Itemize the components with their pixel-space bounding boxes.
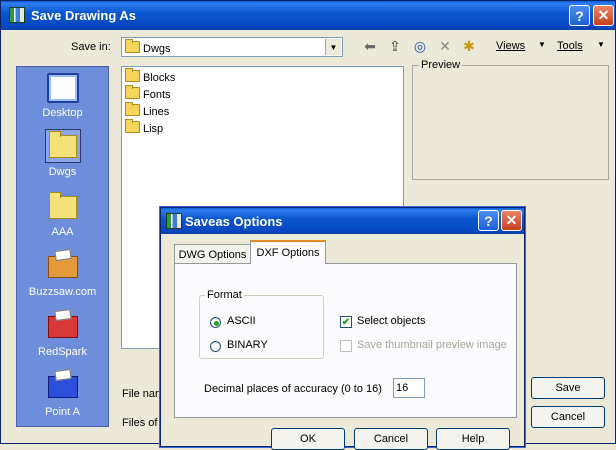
app-icon — [166, 213, 182, 229]
buzzsaw-folder-icon — [47, 256, 78, 278]
preview-label: Preview — [419, 59, 463, 71]
preview-box — [412, 65, 609, 180]
dialog-help-text-button[interactable]: Help — [436, 428, 510, 450]
folder-icon — [125, 85, 140, 99]
place-label: Dwgs — [48, 166, 77, 178]
tools-menu[interactable]: Tools — [557, 40, 583, 52]
save-in-label: Save in: — [71, 41, 111, 53]
point-a-folder-icon — [47, 376, 78, 398]
close-button[interactable]: ✕ — [593, 5, 614, 26]
place-point-a[interactable]: Point A — [17, 371, 108, 418]
folder-icon — [125, 39, 140, 53]
dialog-title: Saveas Options — [185, 214, 283, 229]
redspark-folder-icon — [47, 316, 78, 338]
list-item[interactable]: Lines — [125, 102, 169, 118]
place-desktop[interactable]: Desktop — [17, 72, 108, 119]
saveas-options-dialog: Saveas Options ? ✕ DWG Options DXF Optio… — [160, 207, 525, 450]
folder-icon — [125, 102, 140, 116]
place-buzzsaw[interactable]: Buzzsaw.com — [17, 251, 108, 298]
views-menu[interactable]: Views — [496, 40, 525, 52]
select-objects-checkbox[interactable]: ✔ — [340, 316, 352, 328]
list-item[interactable]: Lisp — [125, 119, 163, 135]
save-thumbnail-label: Save thumbnail preview image — [357, 339, 507, 351]
decimal-places-input[interactable]: 16 — [393, 378, 425, 398]
place-aaa[interactable]: AAA — [17, 191, 108, 238]
save-button[interactable]: Save — [531, 377, 605, 399]
place-label: Desktop — [42, 107, 83, 119]
ascii-label: ASCII — [227, 315, 256, 327]
place-label: Point A — [45, 406, 80, 418]
window-titlebar[interactable]: Save Drawing As ? ✕ — [1, 1, 615, 30]
window-title: Save Drawing As — [31, 8, 137, 23]
file-name-label: File nam — [122, 388, 165, 400]
folder-icon — [48, 130, 77, 158]
save-in-value: Dwgs — [143, 43, 171, 55]
search-web-icon[interactable]: ◎ — [411, 37, 429, 55]
binary-radio[interactable] — [210, 341, 221, 352]
dialog-titlebar[interactable]: Saveas Options ? ✕ — [161, 208, 524, 234]
tab-dxf-options[interactable]: DXF Options — [250, 240, 326, 264]
select-objects-label: Select objects — [357, 315, 426, 327]
list-item[interactable]: Blocks — [125, 68, 175, 84]
views-chevron-down-icon[interactable]: ▼ — [538, 40, 546, 49]
place-redspark[interactable]: RedSpark — [17, 311, 108, 358]
list-item[interactable]: Fonts — [125, 85, 171, 101]
back-icon[interactable]: ⬅ — [361, 37, 379, 55]
cancel-button[interactable]: Cancel — [531, 406, 605, 428]
place-label: AAA — [51, 226, 74, 238]
help-button[interactable]: ? — [569, 5, 590, 26]
save-thumbnail-checkbox[interactable] — [340, 340, 352, 352]
tab-dwg-options[interactable]: DWG Options — [174, 244, 251, 264]
folder-icon — [125, 119, 140, 133]
dialog-cancel-button[interactable]: Cancel — [354, 428, 428, 450]
app-icon — [9, 7, 25, 23]
up-folder-icon[interactable]: ⇪ — [386, 37, 404, 55]
dialog-help-button[interactable]: ? — [478, 210, 499, 231]
files-of-type-label: Files of — [122, 417, 158, 429]
places-bar: Desktop Dwgs AAA Buzzsaw.com RedSpark Po… — [16, 66, 109, 427]
place-label: Buzzsaw.com — [28, 286, 97, 298]
folder-icon — [48, 191, 77, 219]
decimal-places-label: Decimal places of accuracy (0 to 16) — [204, 383, 382, 395]
ok-button[interactable]: OK — [271, 428, 345, 450]
delete-icon[interactable]: ✕ — [436, 37, 454, 55]
ascii-radio[interactable] — [210, 317, 221, 328]
chevron-down-icon[interactable]: ▼ — [325, 39, 341, 55]
folder-icon — [125, 68, 140, 82]
new-folder-icon[interactable]: ✱ — [460, 37, 478, 55]
dialog-close-button[interactable]: ✕ — [501, 210, 522, 231]
place-label: RedSpark — [38, 346, 87, 358]
place-dwgs[interactable]: Dwgs — [17, 129, 108, 178]
dxf-options-panel: Format ASCII BINARY ✔ Select objects Sav… — [174, 263, 517, 418]
save-in-dropdown[interactable]: Dwgs ▼ — [121, 37, 343, 57]
desktop-icon — [46, 73, 79, 103]
format-label: Format — [205, 289, 244, 301]
tools-chevron-down-icon[interactable]: ▼ — [597, 40, 605, 49]
binary-label: BINARY — [227, 339, 268, 351]
